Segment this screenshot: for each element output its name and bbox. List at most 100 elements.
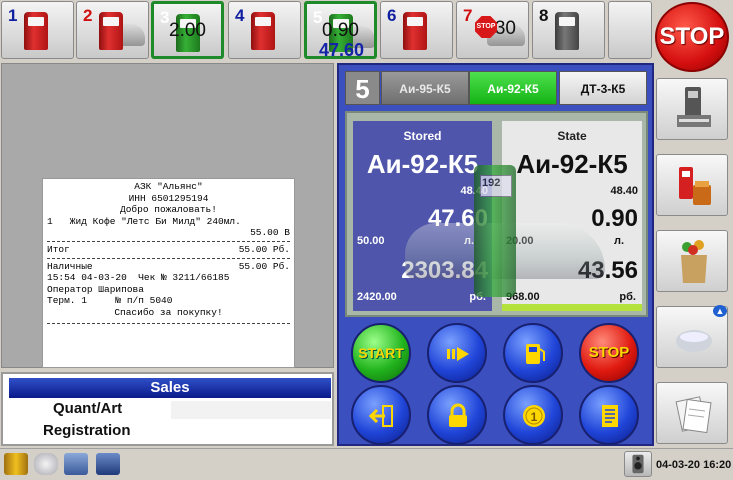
exit-arrow-icon (369, 405, 393, 427)
quant-art-label: Quant/Art (53, 400, 123, 417)
shopping-goods-icon (679, 167, 711, 205)
pump-5-button[interactable]: 5 0.90 47.60 (304, 1, 377, 59)
state-panel: State Аи-92-К5 48.40 0.90 20.00 л. 43.56… (502, 121, 642, 311)
receipt: АЗК "Альянс" ИНН 6501295194 Добро пожалова… (42, 178, 295, 368)
coin-icon: 1 (523, 405, 545, 427)
reports-button[interactable] (656, 382, 728, 444)
state-volume-unit: л. (613, 235, 624, 247)
receipt-cash-row: Наличные 55.00 Рб. (47, 261, 290, 273)
fuel-pump-icon (24, 12, 48, 50)
state-amount-unit: рб. (619, 291, 636, 303)
info-badge-icon: ▲ (713, 305, 727, 317)
state-progress-bar (502, 304, 642, 311)
shop-goods-button[interactable] (656, 154, 728, 216)
pump-volume: 0.90 (322, 20, 359, 41)
receipt-terminal: Терм. 1 № п/п 5040 (47, 295, 173, 307)
pump-2-button[interactable]: 2 (76, 1, 149, 59)
receipt-item: 1 Жид Кофе "Летс Би Милд" 240мл. (47, 215, 241, 227)
receipt-cash-label: Наличные (47, 260, 93, 272)
clock: 04-03-20 16:20 (656, 459, 732, 471)
speaker-icon[interactable] (624, 451, 652, 477)
stored-total: 2420.00 (357, 291, 397, 303)
receipt-total-row: Итог 55.00 Рб. (47, 244, 290, 256)
fuel-pump-icon[interactable] (4, 453, 28, 475)
arrow-right-icon (447, 347, 469, 361)
pump-8-button[interactable]: 8 (532, 1, 605, 59)
fuel-pump-icon (555, 12, 579, 50)
receipt-print-button[interactable] (579, 385, 639, 445)
pump-number: 4 (235, 6, 245, 25)
receipt-line: Добро пожаловать! (120, 204, 217, 216)
start-button[interactable]: START (351, 323, 411, 383)
fuel-pump-icon (251, 12, 275, 50)
stored-fuel: Аи-92-К5 (366, 149, 479, 179)
receipt-total-label: Итог (47, 243, 70, 255)
cash-register-button[interactable] (656, 78, 728, 140)
selected-pump-number: 5 (345, 71, 380, 105)
pump-7-button[interactable]: 7 STOP 0.30 (456, 1, 529, 59)
monitor-icon[interactable] (64, 453, 88, 475)
receipt-divider (47, 322, 290, 324)
grocery-bag-button[interactable] (656, 230, 728, 292)
fuel-pump-button[interactable] (503, 323, 563, 383)
receipt-operator: Оператор Шарипова (47, 283, 144, 295)
pump-number: 8 (539, 6, 549, 25)
fuel-tank-icon (676, 330, 712, 352)
pump-screen-number: 192 (482, 177, 501, 189)
next-button[interactable] (427, 323, 487, 383)
quant-art-input[interactable] (171, 401, 331, 419)
pump-amount: 47.60 (319, 40, 365, 59)
state-volume: 0.90 (591, 205, 638, 232)
fuel-tank-button[interactable]: ▲ (656, 305, 728, 368)
exit-button[interactable] (351, 385, 411, 445)
padlock-icon (449, 403, 467, 427)
sales-title: Sales (9, 378, 331, 398)
state-title: State (557, 129, 587, 143)
tab-fuel-ai92[interactable]: Аи-92-К5 (469, 71, 557, 105)
fuel-tank-icon[interactable] (34, 453, 58, 475)
stored-panel: Stored Аи-92-К5 48.40 47.60 50.00 л. 230… (353, 121, 492, 311)
sales-panel: Sales Quant/Art Registration (1, 372, 334, 446)
receipt-icon (602, 405, 618, 427)
pump-1-button[interactable]: 1 (1, 1, 74, 59)
receipt-cash-value: 55.00 Рб. (238, 260, 290, 272)
stored-preset: 50.00 (357, 235, 385, 247)
receipt-thanks: Спасибо за покупку! (114, 306, 223, 318)
pump-3-button[interactable]: 3 2.00 (151, 1, 224, 59)
tab-fuel-ai95[interactable]: Аи-95-К5 (381, 71, 469, 105)
receipt-item-price: 55.00 В (250, 227, 290, 239)
pump-empty-slot (608, 1, 652, 59)
fuel-pump-icon (526, 344, 545, 364)
fuel-pump-icon (403, 12, 427, 50)
pump-number: 7 (463, 6, 473, 25)
grocery-bag-icon (681, 240, 707, 283)
fuel-pump-icon (99, 12, 123, 50)
pump-6-button[interactable]: 6 (380, 1, 453, 59)
fuel-pump-icon: 192 (474, 165, 516, 297)
pump-control-panel: 5 Аи-95-К5 Аи-92-К5 ДТ-3-К5 Stored Аи-92… (337, 63, 654, 446)
svg-text:1: 1 (531, 410, 538, 424)
pump-number: 2 (83, 6, 93, 25)
receipt-total-value: 55.00 Рб. (238, 243, 290, 255)
lock-button[interactable] (427, 385, 487, 445)
pump-display: Stored Аи-92-К5 48.40 47.60 50.00 л. 230… (345, 111, 648, 317)
pump-number: 6 (387, 6, 397, 25)
stored-title: Stored (403, 129, 442, 143)
reports-icon (675, 396, 712, 434)
state-fuel: Аи-92-К5 (516, 149, 628, 179)
receipt-divider (47, 240, 290, 242)
state-price: 48.40 (610, 185, 638, 197)
emergency-stop-button[interactable]: STOP (655, 2, 729, 72)
registration-label: Registration (43, 422, 131, 439)
network-icon[interactable] (96, 453, 120, 475)
pump-4-button[interactable]: 4 (228, 1, 301, 59)
pump-number: 1 (8, 6, 18, 25)
receipt-divider (47, 257, 290, 259)
tab-fuel-dt[interactable]: ДТ-3-К5 (559, 71, 647, 105)
pump-volume: 2.00 (169, 20, 206, 41)
stop-button[interactable]: STOP (579, 323, 639, 383)
receipt-line: ИНН 6501295194 (128, 192, 209, 204)
speaker-shape (632, 454, 644, 474)
cash-register-icon (677, 87, 711, 127)
coin-button[interactable]: 1 (503, 385, 563, 445)
